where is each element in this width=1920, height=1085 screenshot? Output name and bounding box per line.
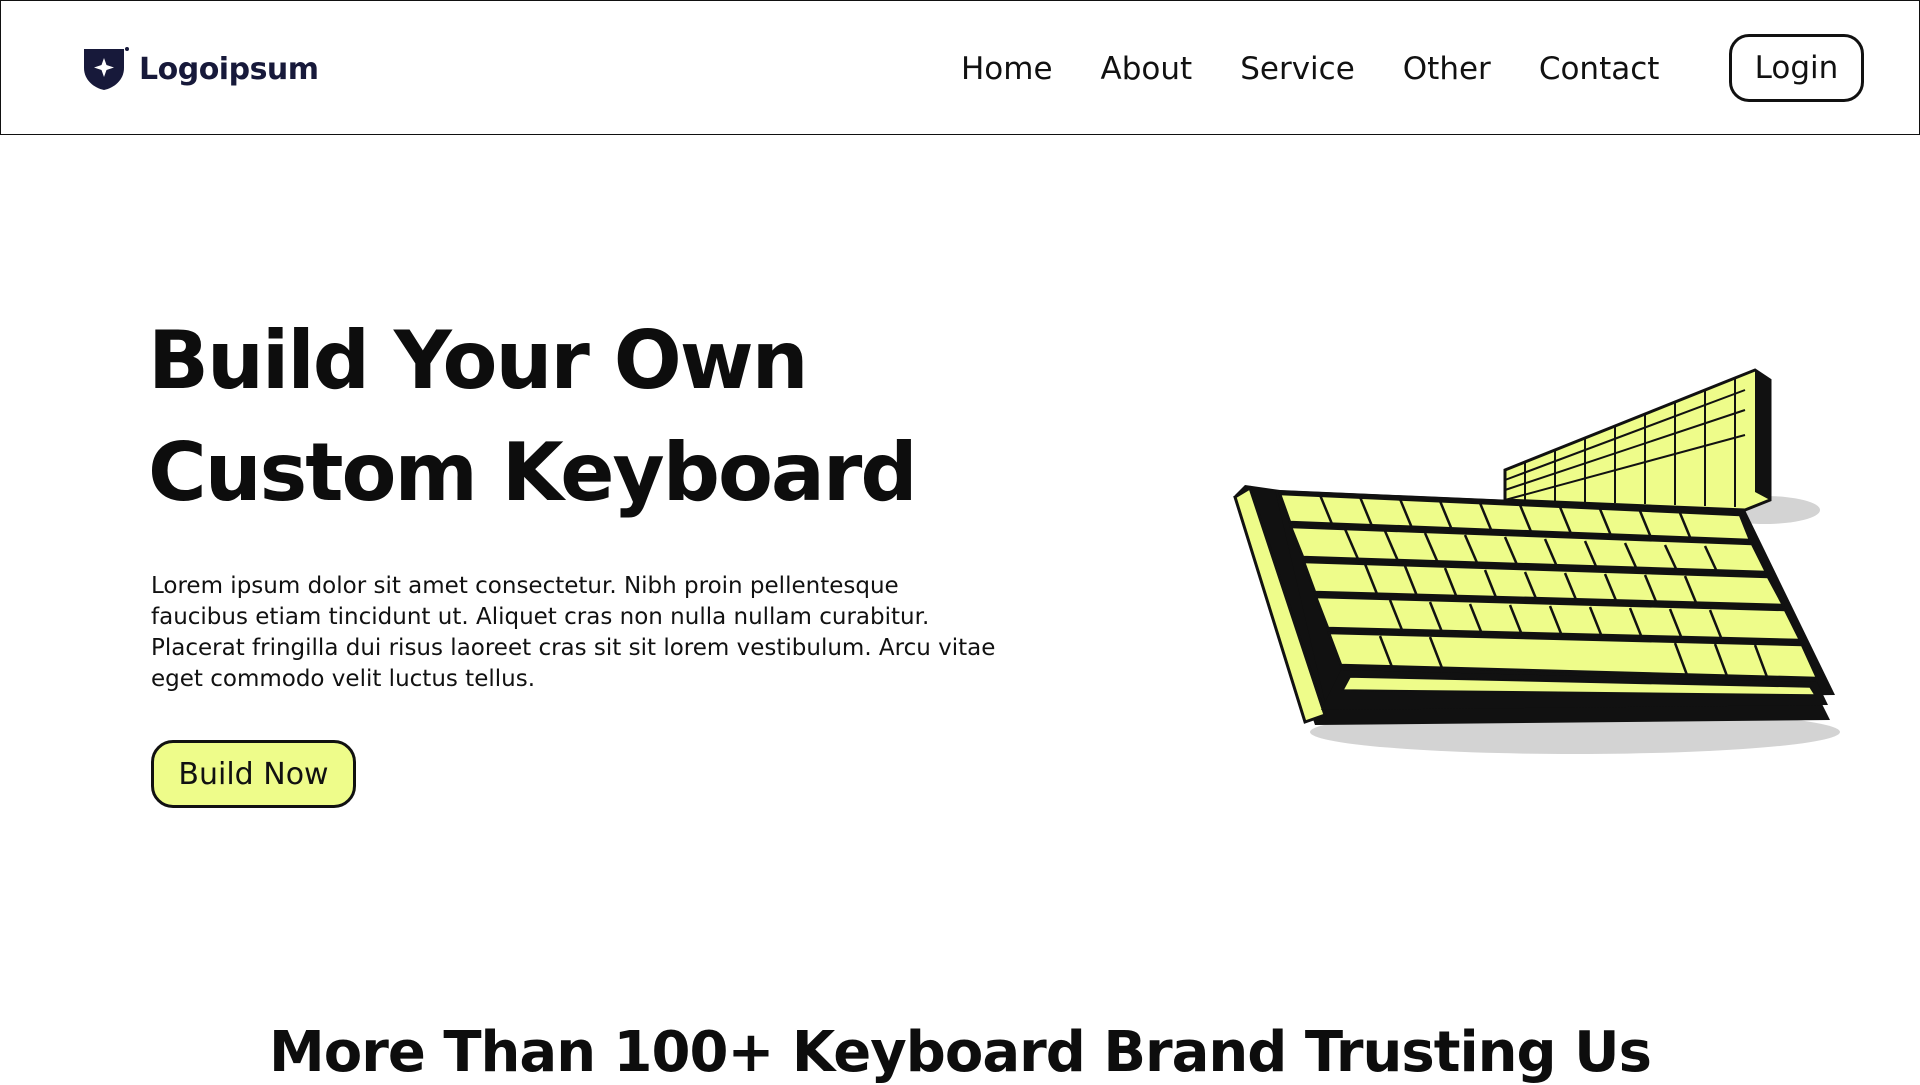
nav-contact[interactable]: Contact	[1539, 51, 1660, 87]
nav-other[interactable]: Other	[1403, 51, 1491, 87]
brand-logo[interactable]: Logoipsum	[81, 46, 319, 92]
nav-home[interactable]: Home	[961, 51, 1053, 87]
login-button[interactable]: Login	[1729, 34, 1864, 102]
top-navbar: Logoipsum Home About Service Other Conta…	[0, 0, 1920, 135]
hero-title: Build Your Own Custom Keyboard	[148, 314, 918, 519]
section-title: More Than 100+ Keyboard Brand Trusting U…	[269, 1020, 1652, 1085]
build-now-button[interactable]: Build Now	[151, 740, 356, 808]
back-keyboard-icon	[1503, 368, 1820, 524]
keyboard-illustration	[1233, 368, 1840, 754]
nav-service[interactable]: Service	[1240, 51, 1355, 87]
nav-about[interactable]: About	[1101, 51, 1193, 87]
main-nav: Home About Service Other Contact	[961, 1, 1707, 136]
shield-sparkle-icon	[84, 47, 129, 90]
brand-name: Logoipsum	[139, 51, 319, 87]
front-keyboard-icon	[1233, 485, 1840, 754]
hero-description: Lorem ipsum dolor sit amet consectetur. …	[151, 573, 996, 692]
